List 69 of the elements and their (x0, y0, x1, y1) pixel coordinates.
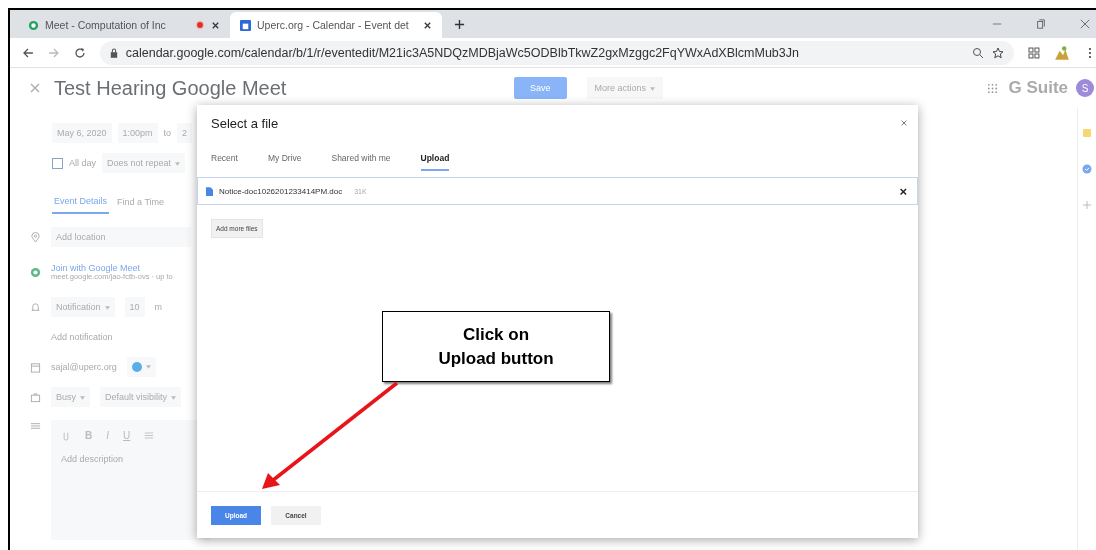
checkbox[interactable] (52, 157, 63, 169)
event-title[interactable]: Test Hearing Google Meet (54, 76, 514, 100)
caret-icon (80, 395, 85, 400)
file-name: Notice-doc1026201233414PM.doc (219, 186, 343, 196)
caret-icon (175, 161, 181, 166)
notification-unit[interactable]: m (154, 302, 163, 312)
close-icon[interactable] (211, 20, 220, 30)
caret-icon (104, 305, 110, 310)
briefcase-icon (30, 391, 41, 403)
remove-file-button[interactable]: × (899, 183, 907, 199)
star-icon[interactable] (992, 46, 1005, 59)
location-field[interactable]: Add location (51, 227, 191, 247)
dialog-tab[interactable]: Shared with me (331, 153, 391, 171)
notification-value-field[interactable]: 10 (124, 297, 145, 317)
reload-icon[interactable] (73, 46, 86, 59)
apps-grid-icon[interactable] (987, 82, 999, 94)
caret-icon (650, 86, 656, 91)
browser-tab[interactable]: Meet - Computation of Inc (18, 12, 230, 38)
browser-tab[interactable]: Uperc.org - Calendar - Event det (230, 12, 442, 38)
add-notification-link[interactable]: Add notification (51, 332, 113, 342)
color-dropdown[interactable] (126, 356, 156, 378)
extension-icon[interactable] (1054, 44, 1071, 61)
callout-text: Click on Upload button (437, 323, 555, 370)
availability-dropdown[interactable]: Busy (51, 387, 90, 407)
brand-logo: G Suite (1008, 78, 1068, 98)
calendar-icon (240, 19, 251, 31)
tab-title: Meet - Computation of Inc (45, 19, 167, 31)
start-time-field[interactable]: 1:00pm (117, 123, 158, 143)
dialog-title: Select a file (211, 115, 280, 131)
restore-icon[interactable] (1036, 19, 1046, 29)
visibility-dropdown[interactable]: Default visibility (100, 387, 182, 407)
event-tab[interactable]: Find a Time (115, 191, 167, 213)
lock-icon (109, 47, 118, 58)
chat-bubble-icon (30, 266, 41, 278)
description-icon (30, 420, 41, 431)
meet-link[interactable]: Join with Google Meet (51, 262, 176, 273)
tab-title: Uperc.org - Calendar - Event det (257, 19, 410, 31)
address-bar[interactable]: calendar.google.com/calendar/b/1/r/eventedit/M21ic3A5NDQzMDBjaWc5ODBlbTkwZ2gxMzggc2FqYWxAdXBlcmMub3Jn (99, 40, 1015, 65)
repeat-dropdown[interactable]: Does not repeat (102, 153, 186, 173)
zoom-icon[interactable] (972, 46, 985, 59)
more-actions-button[interactable]: More actions (586, 77, 664, 99)
date-field[interactable]: May 6, 2020 (52, 123, 112, 143)
location-pin-icon (30, 231, 41, 243)
caret-icon (171, 395, 177, 400)
bell-icon (30, 301, 41, 313)
dialog-tab[interactable]: Recent (211, 153, 238, 171)
format-toggle[interactable]: I (106, 429, 109, 441)
event-tab[interactable]: Event Details (52, 190, 110, 214)
dialog-tab[interactable]: Upload (420, 153, 450, 171)
plus-icon[interactable] (454, 19, 465, 30)
chat-bubble-icon (28, 19, 39, 31)
dialog-tab[interactable]: My Drive (267, 153, 302, 171)
to-label: to (163, 128, 172, 138)
format-toggle[interactable]: B (85, 429, 93, 441)
all-day-label: All day (69, 158, 96, 168)
apps-icon[interactable] (1028, 46, 1041, 59)
description-field[interactable]: B I U Add description (51, 420, 210, 540)
format-toggle[interactable]: U (123, 429, 131, 441)
close-icon[interactable] (423, 20, 432, 30)
calendar-icon (30, 361, 41, 373)
avatar[interactable]: S (1076, 79, 1094, 97)
caret-icon (145, 365, 151, 370)
back-icon[interactable] (22, 46, 34, 59)
calendar-owner: sajal@uperc.org (51, 362, 117, 372)
save-button[interactable]: Save (514, 77, 567, 99)
check-icon[interactable] (1082, 164, 1092, 174)
end-time-field[interactable]: 2 (177, 123, 193, 143)
document-icon (206, 186, 213, 196)
notification-dropdown[interactable]: Notification (51, 297, 115, 317)
